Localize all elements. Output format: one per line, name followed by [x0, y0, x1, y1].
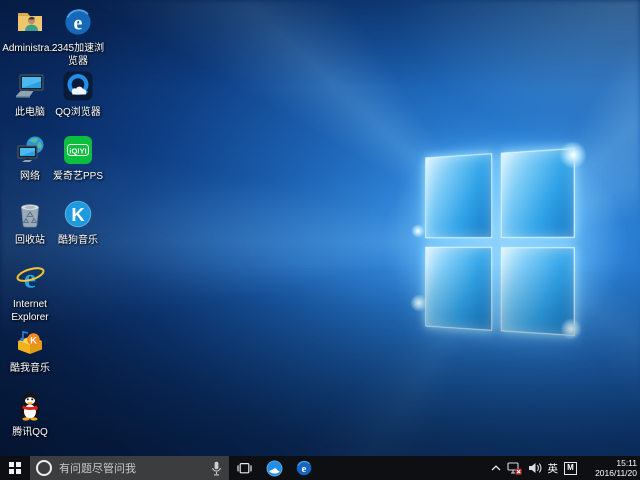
taskbar-2345-browser-button[interactable]: e	[289, 456, 319, 480]
volume-icon[interactable]	[528, 462, 542, 474]
desktop-icon-kuwo-music[interactable]: K 酷我音乐	[1, 326, 59, 375]
clock-time: 15:11	[585, 458, 637, 468]
system-tray: 英 M 15:11 2016/11/20	[488, 456, 640, 480]
iqiyi-icon: iQIYI	[49, 134, 107, 168]
2345-browser-taskbar-icon: e	[296, 460, 312, 476]
taskbar: 有问题尽管问我 e	[0, 456, 640, 480]
microphone-icon[interactable]	[211, 461, 222, 476]
tray-chevron-up-icon[interactable]	[491, 465, 501, 471]
desktop-icon-kugou-music[interactable]: K 酷狗音乐	[49, 198, 107, 247]
taskbar-qq-browser-button[interactable]	[259, 456, 289, 480]
desktop-icon-label: QQ浏览器	[49, 106, 107, 119]
windows-start-icon	[9, 462, 22, 475]
qq-penguin-icon	[1, 390, 59, 424]
desktop-icon-label: 2345加速浏览器	[49, 42, 107, 68]
desktop-icon-label: Internet Explorer	[1, 298, 59, 324]
svg-text:iQIYI: iQIYI	[69, 146, 86, 155]
taskbar-search-input[interactable]: 有问题尽管问我	[30, 456, 229, 480]
desktop-icon-2345-browser[interactable]: e 2345加速浏览器	[49, 6, 107, 68]
desktop-icon-label: 爱奇艺PPS	[49, 170, 107, 183]
desktop-icon-label: 腾讯QQ	[1, 426, 59, 439]
ime-language-indicator[interactable]: 英	[548, 461, 559, 476]
desktop-icon-tencent-qq[interactable]: 腾讯QQ	[1, 390, 59, 439]
start-button[interactable]	[0, 456, 30, 480]
desktop-icon-iqiyi-pps[interactable]: iQIYI 爱奇艺PPS	[49, 134, 107, 183]
qq-browser-icon	[49, 70, 107, 104]
task-view-button[interactable]	[229, 456, 259, 480]
internet-explorer-icon: e	[1, 262, 59, 296]
ime-mode-indicator[interactable]: M	[564, 462, 577, 475]
qq-browser-taskbar-icon	[266, 460, 283, 477]
search-placeholder: 有问题尽管问我	[59, 460, 211, 476]
svg-text:K: K	[30, 336, 37, 347]
desktop-icon-label: 酷狗音乐	[49, 234, 107, 247]
desktop-icon-qq-browser[interactable]: QQ浏览器	[49, 70, 107, 119]
svg-text:K: K	[71, 204, 85, 225]
desktop-icon-label: 酷我音乐	[1, 362, 59, 375]
kuwo-music-icon: K	[1, 326, 59, 360]
network-status-icon[interactable]	[507, 462, 522, 475]
clock-date: 2016/11/20	[585, 468, 637, 478]
task-view-icon	[237, 462, 252, 475]
2345-browser-icon: e	[49, 6, 107, 40]
desktop-icon-internet-explorer[interactable]: e Internet Explorer	[1, 262, 59, 324]
svg-text:e: e	[302, 463, 307, 475]
taskbar-clock[interactable]: 15:11 2016/11/20	[585, 458, 637, 478]
svg-text:e: e	[74, 13, 83, 35]
kugou-music-icon: K	[49, 198, 107, 232]
cortana-icon	[36, 460, 52, 476]
